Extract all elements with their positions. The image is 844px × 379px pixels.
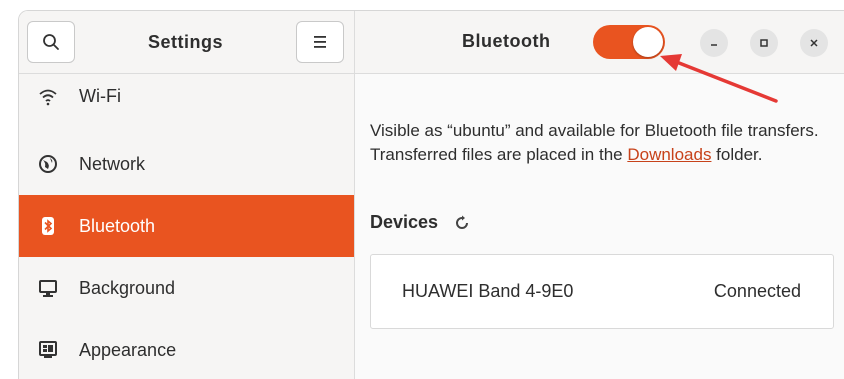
minimize-button[interactable]	[700, 29, 728, 57]
close-icon	[810, 39, 818, 47]
sidebar-item-background[interactable]: Background	[19, 257, 354, 319]
visibility-description: Visible as “ubuntu” and available for Bl…	[370, 119, 840, 167]
wifi-icon	[37, 86, 59, 108]
bluetooth-toggle[interactable]	[593, 25, 665, 59]
description-text-end: folder.	[711, 145, 763, 164]
menu-button[interactable]	[295, 21, 344, 63]
sidebar-item-label: Appearance	[79, 339, 177, 360]
sidebar-nav: Wi-Fi Network Bluetooth Background Appea…	[19, 74, 354, 379]
sidebar-title: Settings	[147, 31, 223, 52]
sidebar-item-wifi[interactable]: Wi-Fi	[19, 74, 354, 133]
devices-heading: Devices	[370, 212, 470, 233]
search-icon	[43, 34, 59, 50]
page-title: Bluetooth	[462, 31, 551, 51]
sidebar-item-label: Background	[79, 277, 176, 298]
network-globe-icon	[37, 153, 59, 175]
main-panel: Bluetooth Visible as “ubuntu” and availa…	[355, 11, 844, 379]
sidebar-item-bluetooth[interactable]: Bluetooth	[19, 195, 354, 257]
sidebar-item-network[interactable]: Network	[19, 133, 354, 195]
sidebar-item-label: Bluetooth	[79, 215, 156, 236]
spinner-icon	[456, 215, 469, 229]
device-status: Connected	[713, 281, 801, 301]
sidebar-header: Settings	[19, 11, 354, 74]
close-button[interactable]	[800, 29, 828, 57]
device-list: HUAWEI Band 4-9E0 Connected	[370, 254, 834, 329]
devices-label: Devices	[370, 212, 439, 232]
sidebar-item-label: Wi-Fi	[79, 86, 121, 106]
bluetooth-icon	[37, 215, 59, 237]
main-header: Bluetooth	[355, 11, 844, 74]
sidebar: Settings Wi-Fi Network Bluetooth Backgro…	[19, 11, 355, 379]
toggle-knob	[633, 27, 663, 57]
search-button[interactable]	[27, 21, 75, 63]
monitor-icon	[37, 277, 59, 299]
hamburger-menu-icon	[313, 36, 326, 48]
sidebar-item-label: Network	[79, 153, 146, 174]
appearance-icon	[37, 339, 59, 361]
maximize-icon	[760, 39, 768, 47]
device-name: HUAWEI Band 4-9E0	[402, 281, 574, 301]
minimize-icon	[711, 44, 717, 46]
settings-window: Settings Wi-Fi Network Bluetooth Backgro…	[18, 10, 844, 379]
downloads-link[interactable]: Downloads	[627, 145, 711, 164]
sidebar-item-appearance[interactable]: Appearance	[19, 319, 354, 379]
maximize-button[interactable]	[750, 29, 778, 57]
